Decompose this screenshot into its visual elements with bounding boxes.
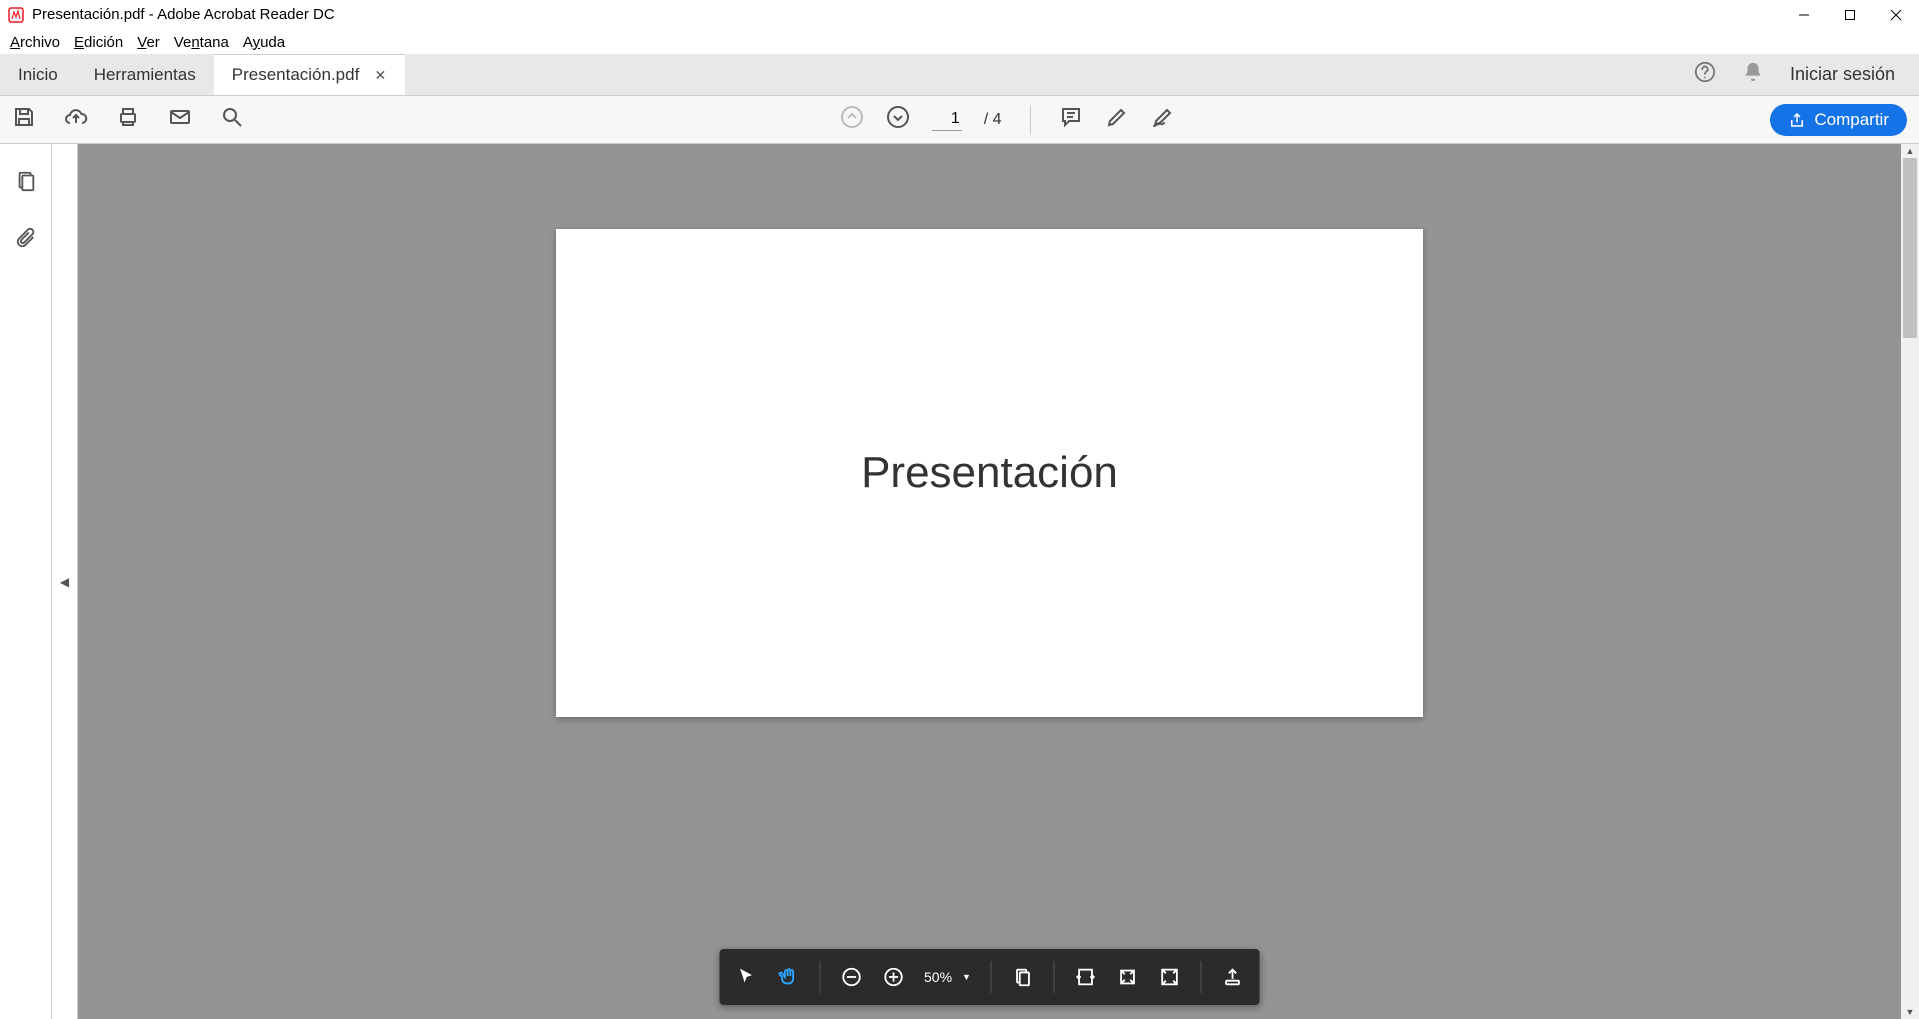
print-icon[interactable] <box>116 105 140 134</box>
help-icon[interactable] <box>1694 61 1716 88</box>
selection-tool-icon[interactable] <box>735 966 757 988</box>
tab-herramientas[interactable]: Herramientas <box>76 54 214 95</box>
window-maximize-button[interactable] <box>1827 0 1873 30</box>
find-icon[interactable] <box>220 105 244 134</box>
content-area: ◀ Presentación 50% ▼ ▲ <box>0 144 1919 1019</box>
share-button[interactable]: Compartir <box>1770 104 1907 136</box>
window-close-button[interactable] <box>1873 0 1919 30</box>
menu-archivo[interactable]: Archivo <box>10 34 60 51</box>
comment-icon[interactable] <box>1059 105 1083 134</box>
toolbar-separator <box>1030 105 1031 135</box>
fit-width-icon[interactable] <box>1075 966 1097 988</box>
email-icon[interactable] <box>168 105 192 134</box>
sign-icon[interactable] <box>1151 105 1175 134</box>
zoom-in-icon[interactable] <box>882 966 904 988</box>
tabbar: Inicio Herramientas Presentación.pdf ✕ I… <box>0 54 1919 96</box>
tab-document-label: Presentación.pdf <box>232 65 360 85</box>
scroll-up-arrow[interactable]: ▲ <box>1901 144 1919 158</box>
cloud-upload-icon[interactable] <box>64 105 88 134</box>
zoom-level-dropdown[interactable]: 50% ▼ <box>924 969 971 985</box>
float-separator <box>1054 961 1055 993</box>
page-number-input[interactable] <box>932 108 962 131</box>
collapse-arrow-icon: ◀ <box>60 575 69 589</box>
menu-ver[interactable]: Ver <box>137 34 160 51</box>
menu-edicion[interactable]: Edición <box>74 34 123 51</box>
document-viewport[interactable]: Presentación 50% ▼ <box>78 144 1901 1019</box>
floating-view-toolbar: 50% ▼ <box>719 949 1260 1005</box>
float-separator <box>991 961 992 993</box>
notifications-icon[interactable] <box>1742 61 1764 88</box>
left-navigation-rail <box>0 144 52 1019</box>
read-mode-icon[interactable] <box>1222 966 1244 988</box>
fit-visible-icon[interactable] <box>1117 966 1139 988</box>
tab-inicio[interactable]: Inicio <box>0 54 76 95</box>
pdf-page: Presentación <box>556 229 1423 717</box>
hand-tool-icon[interactable] <box>777 966 799 988</box>
float-separator <box>819 961 820 993</box>
scroll-thumb[interactable] <box>1903 158 1917 338</box>
menu-ventana[interactable]: Ventana <box>174 34 229 51</box>
caret-down-icon: ▼ <box>962 972 971 982</box>
vertical-scrollbar[interactable]: ▲ ▼ <box>1901 144 1919 1019</box>
tab-close-button[interactable]: ✕ <box>373 68 387 82</box>
page-up-icon[interactable] <box>840 105 864 134</box>
page-text: Presentación <box>861 448 1118 498</box>
share-button-label: Compartir <box>1814 110 1889 130</box>
tab-document[interactable]: Presentación.pdf ✕ <box>214 54 406 95</box>
fit-page-icon[interactable] <box>1012 966 1034 988</box>
scroll-down-arrow[interactable]: ▼ <box>1901 1005 1919 1019</box>
window-titlebar: Presentación.pdf - Adobe Acrobat Reader … <box>0 0 1919 30</box>
float-separator <box>1201 961 1202 993</box>
highlight-icon[interactable] <box>1105 105 1129 134</box>
save-icon[interactable] <box>12 105 36 134</box>
menubar: Archivo Edición Ver Ventana Ayuda <box>0 30 1919 54</box>
window-minimize-button[interactable] <box>1781 0 1827 30</box>
page-down-icon[interactable] <box>886 105 910 134</box>
fullscreen-icon[interactable] <box>1159 966 1181 988</box>
page-total-label: / 4 <box>984 111 1002 129</box>
menu-ayuda[interactable]: Ayuda <box>243 34 285 51</box>
app-icon <box>8 7 24 23</box>
main-toolbar: / 4 Compartir <box>0 96 1919 144</box>
thumbnails-icon[interactable] <box>15 170 37 197</box>
attachments-icon[interactable] <box>15 227 37 254</box>
zoom-out-icon[interactable] <box>840 966 862 988</box>
sign-in-link[interactable]: Iniciar sesión <box>1790 64 1895 85</box>
zoom-level-label: 50% <box>924 969 952 985</box>
panel-splitter[interactable]: ◀ <box>52 144 78 1019</box>
window-title: Presentación.pdf - Adobe Acrobat Reader … <box>32 6 335 23</box>
